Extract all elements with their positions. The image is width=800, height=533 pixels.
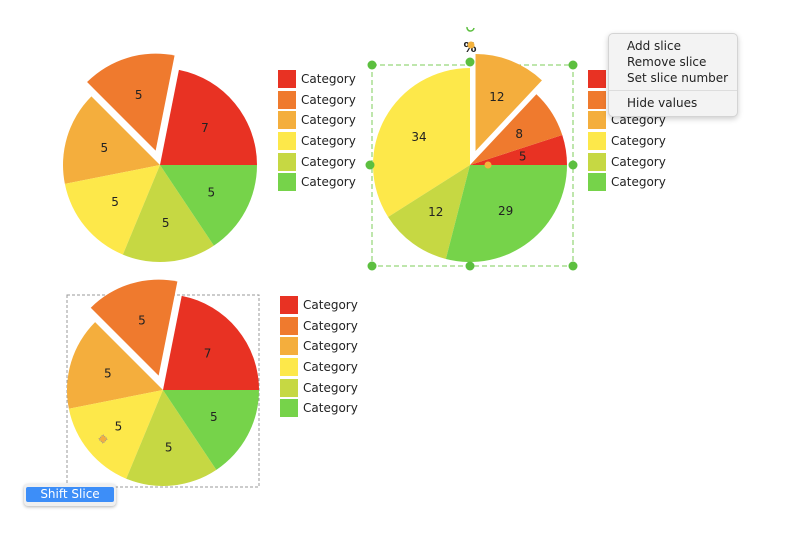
legend-item: Category: [280, 377, 358, 398]
legend-label: Category: [611, 134, 666, 149]
legend-item: Category: [280, 357, 358, 378]
legend-label: Category: [301, 175, 356, 190]
menu-item-remove-slice[interactable]: Remove slice: [609, 54, 737, 70]
legend-label: Category: [301, 113, 356, 128]
legend-swatch: [588, 70, 606, 89]
legend-label: Category: [303, 339, 358, 354]
legend-item: Category: [278, 131, 356, 152]
slice-value-label: 5: [165, 440, 173, 454]
resize-handle[interactable]: [367, 60, 377, 70]
control-point[interactable]: [484, 161, 492, 169]
resize-handle[interactable]: [465, 261, 475, 271]
legend-item: Category: [278, 151, 356, 172]
shift-slice-button[interactable]: Shift Slice: [26, 487, 114, 502]
pie-slice[interactable]: [160, 69, 257, 165]
legend-label: Category: [301, 154, 356, 169]
resize-handle[interactable]: [568, 160, 578, 170]
legend-item: Category: [280, 316, 358, 337]
legend-swatch: [278, 173, 296, 192]
slice-value-label: 5: [138, 314, 146, 328]
legend-label: Category: [303, 360, 358, 375]
legend-swatch: [588, 173, 606, 192]
pie-chart-1[interactable]: 7 5 5 5 5 5: [62, 53, 257, 262]
legend-3: Category Category Category Category Category…: [280, 295, 358, 419]
resize-handle[interactable]: [367, 261, 377, 271]
legend-swatch: [278, 152, 296, 171]
legend-item: Category: [588, 151, 666, 172]
slice-value-label: 5: [162, 216, 170, 230]
legend-item: Category: [588, 172, 666, 193]
menu-item-set-slice-number[interactable]: Set slice number: [609, 70, 737, 86]
legend-swatch: [280, 296, 298, 315]
resize-handle[interactable]: [465, 57, 475, 67]
resize-handle[interactable]: [568, 60, 578, 70]
menu-item-add-slice[interactable]: Add slice: [609, 38, 737, 54]
slice-value-label: 5: [210, 410, 218, 424]
slice-value-label: 5: [135, 88, 143, 102]
slice-value-label: 5: [111, 195, 119, 209]
legend-swatch: [588, 90, 606, 109]
rotate-handle-icon[interactable]: [466, 26, 475, 32]
legend-item: Category: [280, 295, 358, 316]
pie-chart-2[interactable]: 5 8 12 34 12 29: [372, 54, 567, 263]
legend-swatch: [280, 337, 298, 356]
legend-swatch: [278, 111, 296, 130]
menu-divider: [609, 90, 737, 91]
legend-swatch: [588, 152, 606, 171]
legend-label: Category: [303, 298, 358, 313]
legend-item: Category: [280, 398, 358, 419]
legend-item: Category: [278, 90, 356, 111]
slice-value-label: 5: [104, 366, 112, 380]
legend-label: Category: [301, 92, 356, 107]
legend-item: Category: [278, 110, 356, 131]
slice-value-label: 12: [428, 205, 443, 219]
legend-label: Category: [301, 134, 356, 149]
slice-value-label: 5: [208, 185, 216, 199]
legend-swatch: [280, 378, 298, 397]
slice-value-label: 5: [519, 150, 527, 164]
legend-item: Category: [278, 172, 356, 193]
legend-label: Category: [303, 318, 358, 333]
slice-value-label: 7: [201, 121, 209, 135]
legend-swatch: [588, 111, 606, 130]
legend-label: Category: [301, 72, 356, 87]
legend-swatch: [280, 358, 298, 377]
legend-swatch: [280, 316, 298, 335]
legend-swatch: [278, 70, 296, 89]
resize-handle[interactable]: [568, 261, 578, 271]
legend-swatch: [588, 132, 606, 151]
menu-item-hide-values[interactable]: Hide values: [609, 95, 737, 111]
slice-value-label: 12: [489, 90, 504, 104]
legend-item: Category: [278, 69, 356, 90]
legend-label: Category: [611, 154, 666, 169]
legend-1: Category Category Category Category Category…: [278, 69, 356, 193]
shift-slice-popup: Shift Slice: [24, 484, 116, 506]
slice-value-label: 5: [115, 420, 123, 434]
slice-value-label: 7: [204, 346, 212, 360]
slice-value-label: 29: [498, 204, 513, 218]
legend-label: Category: [303, 401, 358, 416]
legend-label: Category: [611, 175, 666, 190]
legend-label: Category: [303, 380, 358, 395]
legend-swatch: [278, 90, 296, 109]
legend-swatch: [280, 399, 298, 418]
context-menu: Add slice Remove slice Set slice number …: [608, 33, 738, 117]
control-point[interactable]: [467, 41, 475, 49]
legend-item: Category: [280, 336, 358, 357]
pie-slice[interactable]: [163, 295, 259, 390]
pie-chart-3[interactable]: 7 5 5 5 5 5: [66, 279, 259, 486]
legend-item: Category: [588, 131, 666, 152]
legend-swatch: [278, 132, 296, 151]
resize-handle[interactable]: [365, 160, 375, 170]
slice-value-label: 5: [100, 141, 108, 155]
slice-value-label: 34: [411, 130, 426, 144]
slice-value-label: 8: [515, 127, 523, 141]
